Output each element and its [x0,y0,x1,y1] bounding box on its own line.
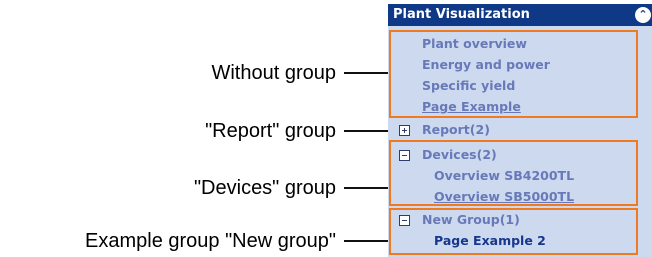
leader-line [344,187,388,189]
annotation-without-group: Without group [0,61,388,85]
leader-line [344,240,388,242]
leader-line [344,72,388,74]
leader-line [344,130,388,132]
panel-header: Plant Visualization ⌃ [388,4,652,26]
annotation-label: "Report" group [205,120,336,142]
annotation-label: "Devices" group [193,177,336,199]
expand-plus-icon[interactable] [399,125,410,136]
highlight-devices-group [389,140,638,206]
double-chevron-up-icon[interactable]: ⌃ [635,7,651,23]
highlight-new-group [389,208,638,255]
annotation-devices-group: "Devices" group [0,176,388,200]
annotation-example-group: Example group "New group" [0,229,388,253]
annotation-report-group: "Report" group [0,119,388,143]
annotation-label: Example group "New group" [85,230,336,252]
highlight-without-group [389,30,638,118]
group-report[interactable]: Report(2) [422,121,490,139]
panel-title: Plant Visualization [393,7,530,22]
annotation-label: Without group [211,62,336,84]
